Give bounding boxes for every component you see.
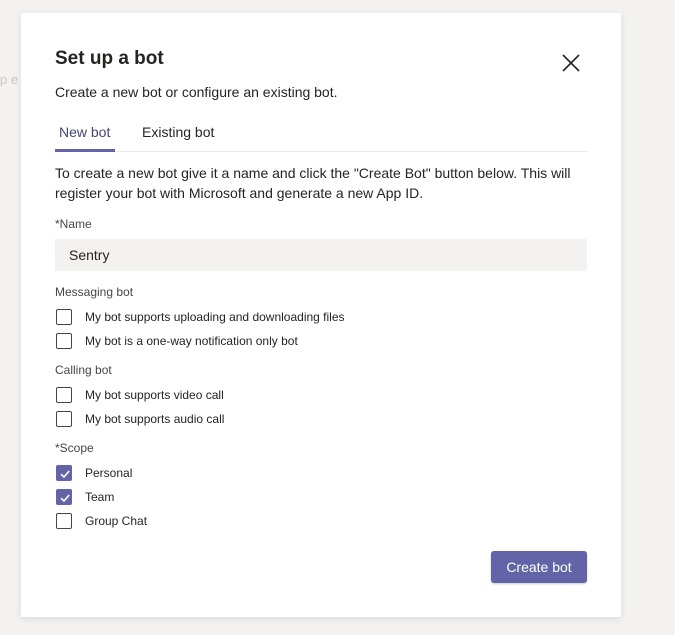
create-bot-button[interactable]: Create bot <box>491 551 587 583</box>
tab-label: Existing bot <box>142 124 215 140</box>
close-button[interactable] <box>559 51 583 75</box>
background-text: p e <box>0 72 19 87</box>
checkmark-icon <box>60 470 70 479</box>
checkbox-box-checked[interactable] <box>56 489 72 505</box>
bot-tabs: New bot Existing bot <box>55 124 588 152</box>
checkbox-box[interactable] <box>56 309 72 325</box>
checkbox-box[interactable] <box>56 513 72 529</box>
checkbox-box[interactable] <box>56 411 72 427</box>
set-up-bot-dialog: Set up a bot Create a new bot or configu… <box>21 13 621 617</box>
checkbox-label: My bot is a one-way notification only bo… <box>85 334 298 348</box>
dialog-title: Set up a bot <box>55 48 164 69</box>
checkbox-label: My bot supports audio call <box>85 412 225 426</box>
scope-label: *Scope <box>55 441 94 455</box>
active-tab-indicator <box>55 149 115 152</box>
name-input[interactable] <box>55 239 587 271</box>
checkbox-box[interactable] <box>56 333 72 349</box>
dialog-subtitle: Create a new bot or configure an existin… <box>55 84 338 100</box>
calling-bot-label: Calling bot <box>55 363 112 377</box>
close-icon <box>562 54 580 72</box>
tab-label: New bot <box>59 124 111 140</box>
checkbox-label: My bot supports video call <box>85 388 224 402</box>
name-label: *Name <box>55 217 92 231</box>
checkbox-label: Personal <box>85 466 133 480</box>
checkmark-icon <box>60 494 70 503</box>
checkbox-box-checked[interactable] <box>56 465 72 481</box>
checkbox-label: Team <box>85 490 115 504</box>
messaging-bot-label: Messaging bot <box>55 285 134 299</box>
checkbox-box[interactable] <box>56 387 72 403</box>
checkbox-label: My bot supports uploading and downloadin… <box>85 310 345 324</box>
description-text: To create a new bot give it a name and c… <box>55 165 571 201</box>
checkbox-label: Group Chat <box>85 514 148 528</box>
